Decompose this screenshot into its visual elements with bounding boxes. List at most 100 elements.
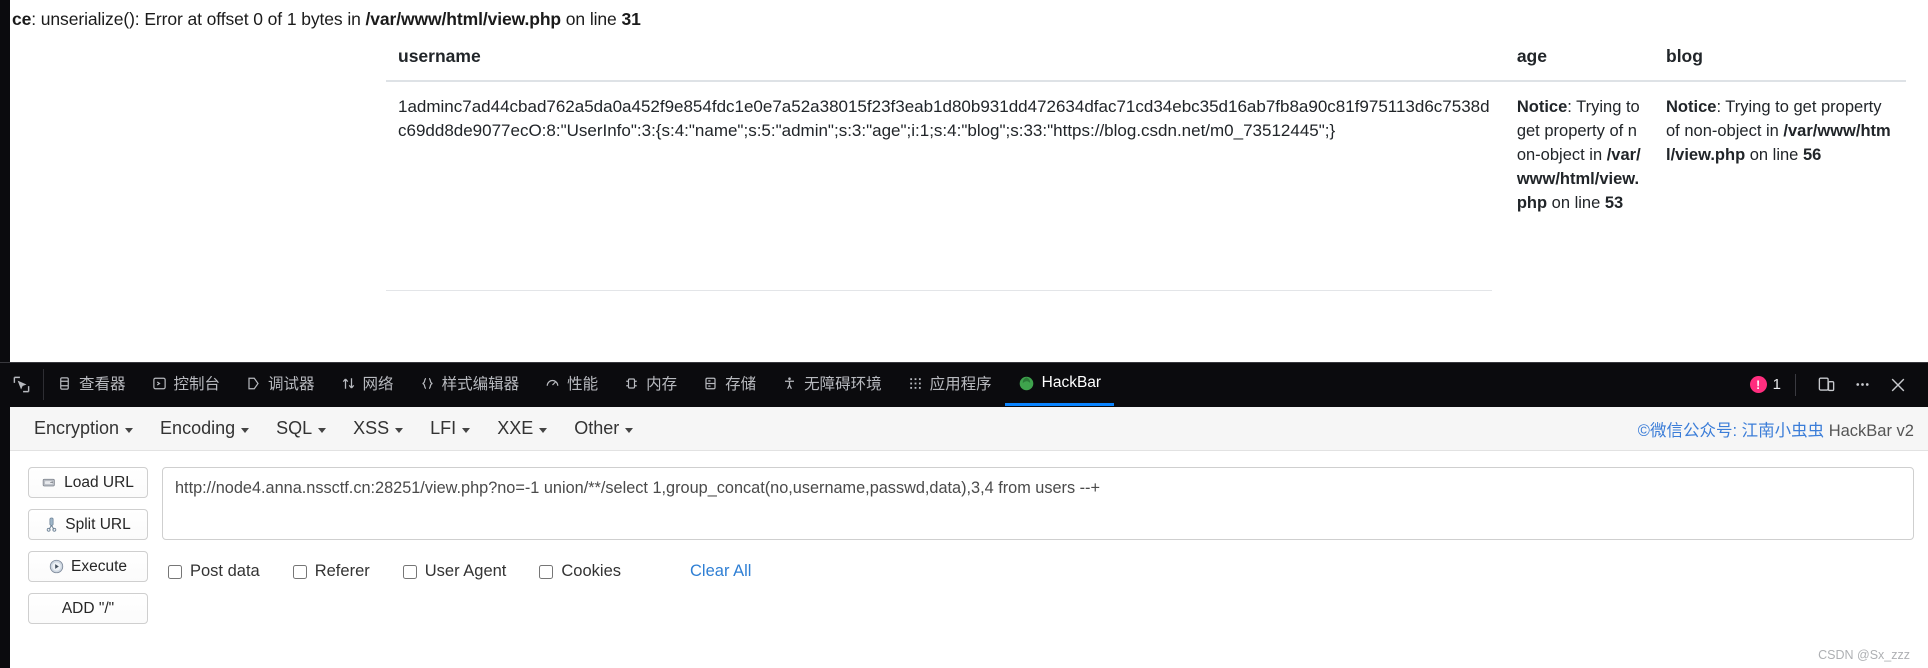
cookies-checkbox[interactable]: Cookies (539, 562, 621, 581)
tab-performance[interactable]: 性能 (532, 363, 611, 406)
hackbar-action-buttons: Load URL Split URL Execute ADD "/" (28, 467, 148, 624)
column-header-blog: blog (1654, 36, 1906, 82)
checkbox-label: User Agent (424, 562, 507, 580)
network-icon (341, 376, 356, 391)
inspector-icon (57, 376, 72, 391)
age-notice-line: 53 (1604, 194, 1624, 212)
column-header-username: username (386, 36, 1505, 82)
console-icon (152, 376, 167, 391)
referer-checkbox-input[interactable] (292, 564, 307, 579)
cell-username: 1adminc7ad44cbad762a5da0a452f9e854fdc1e0… (398, 97, 1490, 140)
memory-icon (624, 376, 639, 391)
split-url-button[interactable]: Split URL (28, 509, 148, 540)
url-input[interactable] (162, 467, 1914, 540)
button-label: ADD "/" (61, 599, 115, 617)
blog-notice-line-label: on line (1745, 146, 1803, 164)
cell-blog: Notice: Trying to get property of non-ob… (1654, 81, 1906, 215)
error-icon: ! (1749, 376, 1767, 393)
cell-age: Notice: Trying to get property of non-ob… (1505, 81, 1654, 215)
toolbar-divider (1795, 373, 1796, 396)
checkbox-label: Cookies (561, 562, 622, 580)
chevron-down-icon (241, 427, 250, 433)
devtools-toolbar: 查看器 控制台 调试器 网络 样式编辑器 性能 内存 存储 无障碍环境 应用程序… (0, 362, 1928, 406)
tab-label: 样式编辑器 (441, 376, 520, 393)
storage-icon (703, 376, 718, 391)
tab-debugger[interactable]: 调试器 (233, 363, 328, 406)
element-picker-icon[interactable] (0, 369, 44, 400)
clear-all-link[interactable]: Clear All (690, 562, 751, 581)
menu-lfi[interactable]: LFI (430, 418, 471, 439)
tab-accessibility[interactable]: 无障碍环境 (769, 363, 895, 406)
application-icon (908, 376, 923, 391)
debugger-icon (246, 376, 261, 391)
chevron-down-icon (539, 427, 548, 433)
age-notice-line-label: on line (1547, 194, 1605, 212)
close-icon[interactable] (1882, 369, 1914, 401)
chevron-down-icon (462, 427, 471, 433)
blog-notice-label: Notice (1666, 98, 1717, 116)
execute-icon (49, 559, 64, 574)
devtools-panel: 查看器 控制台 调试器 网络 样式编辑器 性能 内存 存储 无障碍环境 应用程序… (0, 362, 1928, 668)
button-label: Load URL (64, 473, 134, 491)
menu-label: Other (574, 418, 620, 438)
post-data-checkbox-input[interactable] (168, 564, 182, 579)
menu-encoding[interactable]: Encoding (160, 418, 250, 439)
column-header-age: age (1504, 36, 1654, 82)
php-error-message: ce: unserialize(): Error at offset 0 of … (12, 9, 641, 30)
tab-label: 查看器 (79, 376, 126, 393)
chevron-down-icon (625, 427, 634, 433)
add-slash-button[interactable]: ADD "/" (28, 593, 148, 624)
user-agent-checkbox[interactable]: User Agent (402, 562, 507, 581)
tab-network[interactable]: 网络 (328, 363, 407, 406)
accessibility-icon (782, 376, 797, 391)
menu-sql[interactable]: SQL (276, 418, 327, 439)
tab-label: 存储 (725, 376, 757, 393)
table-header-row: username age blog (386, 36, 1906, 82)
php-error-line-label: on line (561, 9, 622, 29)
devtools-toolbar-right: ! 1 (1749, 363, 1928, 406)
menu-other[interactable]: Other (574, 418, 634, 439)
menu-xss[interactable]: XSS (353, 418, 404, 439)
execute-button[interactable]: Execute (28, 551, 148, 582)
credit-prefix: ©微信公众号: (1637, 421, 1742, 440)
checkbox-label: Post data (190, 562, 260, 580)
tab-inspector[interactable]: 查看器 (44, 363, 139, 406)
hackbar-menubar: Encryption Encoding SQL XSS LFI XXE Othe… (10, 407, 1928, 451)
tab-label: 网络 (362, 376, 394, 393)
devtools-tab-strip: 查看器 控制台 调试器 网络 样式编辑器 性能 内存 存储 无障碍环境 应用程序… (44, 363, 1750, 406)
php-error-prefix: ce (12, 9, 32, 29)
user-agent-checkbox-input[interactable] (402, 564, 417, 579)
tab-hackbar[interactable]: HackBar (1004, 363, 1115, 406)
menu-xxe[interactable]: XXE (497, 418, 548, 439)
tab-label: 调试器 (268, 376, 315, 393)
error-count-badge[interactable]: ! 1 (1749, 376, 1781, 393)
hackbar-panel: Encryption Encoding SQL XSS LFI XXE Othe… (10, 407, 1928, 668)
tab-memory[interactable]: 内存 (611, 363, 690, 406)
tab-storage[interactable]: 存储 (690, 363, 769, 406)
split-url-icon (45, 517, 58, 532)
menu-encryption[interactable]: Encryption (34, 418, 134, 439)
cookies-checkbox-input[interactable] (539, 564, 554, 579)
age-notice-label: Notice (1516, 98, 1568, 116)
load-url-button[interactable]: Load URL (28, 467, 148, 498)
tab-application[interactable]: 应用程序 (895, 363, 1005, 406)
hackbar-options-row: Post data Referer User Agent Cookies Cle… (162, 562, 1914, 581)
table-row: 1adminc7ad44cbad762a5da0a452f9e854fdc1e0… (386, 81, 1906, 215)
tab-console[interactable]: 控制台 (139, 363, 234, 406)
hackbar-main-column: Post data Referer User Agent Cookies C (148, 467, 1914, 624)
button-label: Split URL (65, 515, 131, 533)
hackbar-credit: ©微信公众号: 江南小虫虫 HackBar v2 (1638, 417, 1914, 441)
tab-style-editor[interactable]: 样式编辑器 (407, 363, 533, 406)
responsive-design-mode-icon[interactable] (1810, 369, 1842, 401)
referer-checkbox[interactable]: Referer (292, 562, 370, 581)
hackbar-body: Load URL Split URL Execute ADD "/" http:… (10, 451, 1928, 624)
menu-label: Encryption (34, 418, 120, 438)
php-error-text: : unserialize(): Error at offset 0 of 1 … (31, 9, 366, 29)
php-error-line: 31 (621, 9, 641, 29)
button-label: Execute (70, 557, 127, 575)
post-data-checkbox[interactable]: Post data (168, 562, 260, 581)
checkbox-label: Referer (314, 562, 370, 580)
browser-page-content: ce: unserialize(): Error at offset 0 of … (0, 0, 1928, 362)
chevron-down-icon (395, 427, 404, 433)
more-options-icon[interactable] (1846, 369, 1878, 401)
